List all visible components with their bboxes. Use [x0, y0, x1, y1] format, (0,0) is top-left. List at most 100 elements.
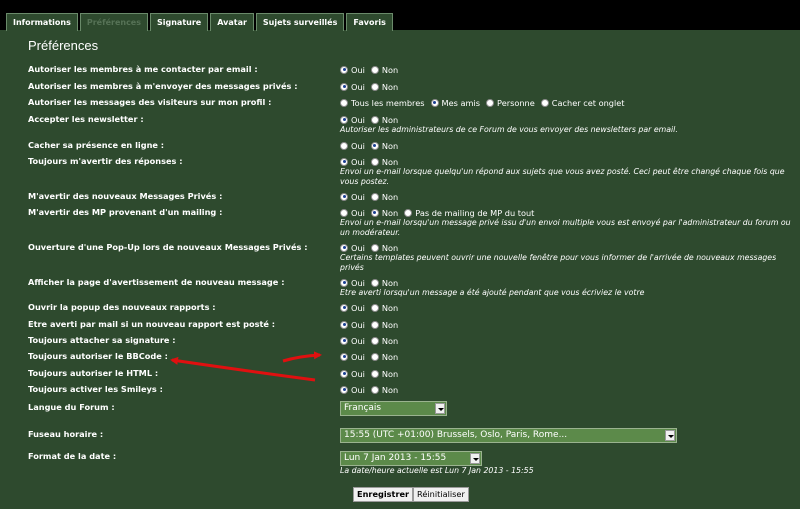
- pref-description: Envoi un e-mail lorsqu'un message privé …: [340, 218, 791, 237]
- radio-unchecked-icon: [370, 369, 379, 378]
- radio-unchecked-icon: [370, 352, 379, 361]
- page-title: Préférences: [28, 38, 99, 53]
- radio-checked-icon: [340, 115, 348, 124]
- chevron-down-icon: [470, 453, 480, 464]
- radio-all-members[interactable]: Tous les membres: [340, 98, 425, 108]
- radio-yes[interactable]: Oui: [340, 320, 365, 330]
- radio-yes[interactable]: Oui: [340, 303, 365, 313]
- radio-unchecked-icon: [370, 303, 379, 312]
- radio-yes[interactable]: Oui: [340, 208, 365, 218]
- radio-yes[interactable]: Oui: [340, 82, 365, 92]
- radio-no[interactable]: Non: [370, 82, 398, 92]
- tab-preferences[interactable]: Préférences: [79, 13, 148, 31]
- tab-avatar[interactable]: Avatar: [210, 13, 254, 31]
- pref-label: Toujours attacher sa signature :: [28, 335, 176, 345]
- radio-no[interactable]: Non: [370, 385, 398, 395]
- radio-no[interactable]: Non: [370, 192, 398, 202]
- radio-unchecked-icon: [370, 336, 379, 345]
- radio-no[interactable]: Non: [370, 141, 398, 151]
- pref-label: Etre averti par mail si un nouveau rappo…: [28, 319, 276, 329]
- pref-label: Autoriser les membres à m'envoyer des me…: [28, 81, 298, 91]
- tab-informations[interactable]: Informations: [6, 13, 78, 31]
- radio-no[interactable]: Non: [370, 115, 398, 125]
- date-format-select[interactable]: Lun 7 Jan 2013 - 15:55: [340, 451, 482, 466]
- radio-checked-icon: [430, 98, 439, 107]
- radio-yes[interactable]: Oui: [340, 369, 365, 379]
- radio-yes[interactable]: Oui: [340, 141, 365, 151]
- radio-unchecked-icon: [540, 98, 549, 107]
- radio-yes[interactable]: Oui: [340, 352, 365, 362]
- radio-unchecked-icon: [370, 115, 379, 124]
- radio-checked-icon: [340, 82, 348, 91]
- current-date-description: La date/heure actuelle est Lun 7 Jan 201…: [340, 466, 534, 475]
- pref-label: Toujours autoriser le BBCode :: [28, 351, 168, 361]
- radio-yes[interactable]: Oui: [340, 278, 365, 288]
- radio-unchecked-icon: [340, 208, 348, 217]
- tab-favorites[interactable]: Favoris: [346, 13, 393, 31]
- pref-label: Autoriser les messages des visiteurs sur…: [28, 97, 272, 107]
- radio-checked-icon: [340, 320, 348, 329]
- radio-yes[interactable]: Oui: [340, 65, 365, 75]
- radio-unchecked-icon: [370, 385, 379, 394]
- pref-label: Autoriser les membres à me contacter par…: [28, 64, 258, 74]
- radio-no[interactable]: Non: [370, 243, 398, 253]
- pref-label: Toujours activer les Smileys :: [28, 384, 163, 394]
- chevron-down-icon: [665, 430, 675, 441]
- radio-no[interactable]: Non: [370, 278, 398, 288]
- tab-signature[interactable]: Signature: [150, 13, 209, 31]
- radio-yes[interactable]: Oui: [340, 243, 365, 253]
- radio-no[interactable]: Non: [370, 65, 398, 75]
- radio-unchecked-icon: [370, 320, 379, 329]
- radio-unchecked-icon: [340, 141, 348, 150]
- pref-label: Ouvrir la popup des nouveaux rapports :: [28, 302, 216, 312]
- pref-label: M'avertir des nouveaux Messages Privés :: [28, 191, 223, 201]
- radio-no[interactable]: Non: [370, 369, 398, 379]
- tab-bar: Informations Préférences Signature Avata…: [6, 13, 393, 31]
- radio-checked-icon: [340, 385, 348, 394]
- annotation-arrow-left: [170, 356, 316, 382]
- pref-description: Etre averti lorsqu'un message a été ajou…: [340, 288, 645, 297]
- radio-no[interactable]: Non: [370, 157, 398, 167]
- radio-no[interactable]: Non: [370, 208, 398, 218]
- radio-yes[interactable]: Oui: [340, 157, 365, 167]
- reset-button[interactable]: Réinitialiser: [413, 487, 469, 502]
- timezone-select[interactable]: 15:55 (UTC +01:00) Brussels, Oslo, Paris…: [340, 428, 677, 443]
- tab-watched-topics[interactable]: Sujets surveillés: [255, 13, 345, 31]
- radio-checked-icon: [370, 141, 379, 150]
- radio-checked-icon: [340, 336, 348, 345]
- pref-label: Format de la date :: [28, 451, 117, 461]
- radio-yes[interactable]: Oui: [340, 336, 365, 346]
- pref-label: Accepter les newsletter :: [28, 114, 144, 124]
- radio-yes[interactable]: Oui: [340, 115, 365, 125]
- pref-label: Langue du Forum :: [28, 402, 115, 412]
- radio-yes[interactable]: Oui: [340, 192, 365, 202]
- radio-no[interactable]: Non: [370, 352, 398, 362]
- pref-label: Toujours m'avertir des réponses :: [28, 156, 183, 166]
- radio-no[interactable]: Non: [370, 320, 398, 330]
- pref-label: Ouverture d'une Pop-Up lors de nouveaux …: [28, 242, 308, 252]
- radio-unchecked-icon: [370, 82, 379, 91]
- radio-checked-icon: [340, 303, 348, 312]
- pref-description: Envoi un e-mail lorsque quelqu'un répond…: [340, 167, 785, 186]
- radio-unchecked-icon: [370, 65, 379, 74]
- radio-yes[interactable]: Oui: [340, 385, 365, 395]
- pref-label: Afficher la page d'avertissement de nouv…: [28, 277, 285, 287]
- radio-no-mailing[interactable]: Pas de mailing de MP du tout: [404, 208, 534, 218]
- save-button[interactable]: Enregistrer: [353, 487, 414, 502]
- radio-checked-icon: [370, 208, 379, 217]
- radio-checked-icon: [340, 243, 348, 252]
- radio-checked-icon: [340, 157, 348, 166]
- radio-unchecked-icon: [404, 208, 413, 217]
- language-select[interactable]: Français: [340, 401, 447, 416]
- radio-no[interactable]: Non: [370, 336, 398, 346]
- radio-nobody[interactable]: Personne: [486, 98, 535, 108]
- radio-unchecked-icon: [370, 243, 379, 252]
- radio-hide-tab[interactable]: Cacher cet onglet: [540, 98, 625, 108]
- annotation-arrow-right: [282, 351, 322, 363]
- radio-my-friends[interactable]: Mes amis: [430, 98, 480, 108]
- radio-checked-icon: [340, 65, 348, 74]
- pref-description: Autoriser les administrateurs de ce Foru…: [340, 125, 678, 134]
- top-bar: Informations Préférences Signature Avata…: [0, 0, 800, 31]
- radio-no[interactable]: Non: [370, 303, 398, 313]
- radio-checked-icon: [340, 278, 348, 287]
